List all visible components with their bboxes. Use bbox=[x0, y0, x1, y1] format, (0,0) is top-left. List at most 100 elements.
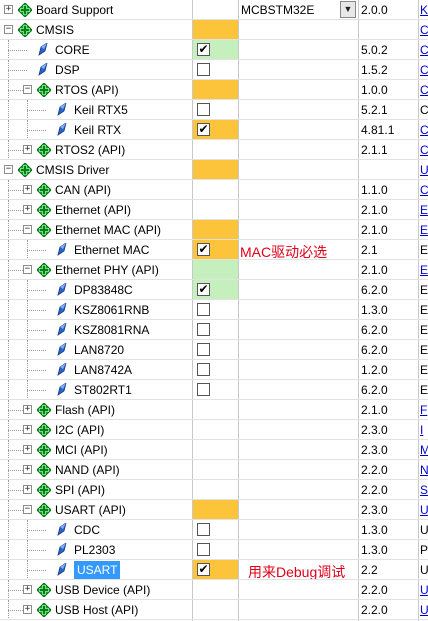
description-link[interactable]: E bbox=[420, 263, 428, 277]
select-checkbox[interactable] bbox=[197, 363, 210, 376]
component-label[interactable]: Keil RTX5 bbox=[74, 103, 128, 117]
collapse-toggle-icon[interactable]: − bbox=[23, 85, 32, 94]
component-label[interactable]: MCI (API) bbox=[55, 443, 108, 457]
tree-row[interactable]: + Board Support MCBSTM32E ▼ 2.0.0 K bbox=[0, 0, 428, 20]
expand-toggle-icon[interactable]: + bbox=[23, 405, 32, 414]
tree-row[interactable]: LAN8720 6.2.0 E bbox=[0, 340, 428, 360]
component-label[interactable]: I2C (API) bbox=[55, 423, 104, 437]
expand-toggle-icon[interactable]: + bbox=[23, 605, 32, 614]
expand-toggle-icon[interactable]: + bbox=[23, 485, 32, 494]
expand-toggle-icon[interactable]: + bbox=[23, 425, 32, 434]
select-checkbox[interactable]: ✔ bbox=[197, 123, 210, 136]
select-checkbox[interactable] bbox=[197, 103, 210, 116]
tree-row[interactable]: KSZ8061RNB 1.3.0 E bbox=[0, 300, 428, 320]
description-link[interactable]: F bbox=[420, 403, 427, 417]
description-link[interactable]: C bbox=[420, 83, 428, 97]
description-link[interactable]: U bbox=[420, 603, 428, 617]
tree-row[interactable]: DP83848C ✔ 6.2.0 E bbox=[0, 280, 428, 300]
description-link[interactable]: N bbox=[420, 463, 428, 477]
tree-row[interactable]: + CAN (API) 1.1.0 C bbox=[0, 180, 428, 200]
tree-row[interactable]: CORE ✔ 5.0.2 C bbox=[0, 40, 428, 60]
expand-toggle-icon[interactable]: + bbox=[23, 445, 32, 454]
component-label[interactable]: USB Host (API) bbox=[55, 603, 138, 617]
select-checkbox[interactable] bbox=[197, 383, 210, 396]
description-link[interactable]: C bbox=[420, 143, 428, 157]
variant-value[interactable]: MCBSTM32E bbox=[241, 3, 314, 17]
collapse-toggle-icon[interactable]: − bbox=[4, 165, 13, 174]
component-label[interactable]: ST802RT1 bbox=[74, 383, 132, 397]
tree-row[interactable]: USART ✔ 用来Debug调试 2.2 U bbox=[0, 560, 428, 580]
tree-row[interactable]: − CMSIS Driver U bbox=[0, 160, 428, 180]
description-link[interactable]: I bbox=[420, 423, 423, 437]
component-label[interactable]: RTOS (API) bbox=[55, 83, 119, 97]
tree-row[interactable]: + I2C (API) 2.3.0 I bbox=[0, 420, 428, 440]
tree-row[interactable]: + Flash (API) 2.1.0 F bbox=[0, 400, 428, 420]
tree-row[interactable]: + RTOS2 (API) 2.1.1 C bbox=[0, 140, 428, 160]
component-label[interactable]: CAN (API) bbox=[55, 183, 111, 197]
tree-row[interactable]: Ethernet MAC ✔ MAC驱动必选 2.1 E bbox=[0, 240, 428, 260]
tree-row[interactable]: + Ethernet (API) 2.1.0 E bbox=[0, 200, 428, 220]
tree-row[interactable]: − USART (API) 2.3.0 U bbox=[0, 500, 428, 520]
expand-toggle-icon[interactable]: + bbox=[23, 585, 32, 594]
variant-dropdown-chevron-down-icon[interactable]: ▼ bbox=[340, 1, 356, 18]
component-label[interactable]: Ethernet PHY (API) bbox=[55, 263, 159, 277]
collapse-toggle-icon[interactable]: − bbox=[23, 505, 32, 514]
description-link[interactable]: E bbox=[420, 223, 428, 237]
component-label[interactable]: CORE bbox=[55, 43, 90, 57]
tree-row[interactable]: LAN8742A 1.2.0 E bbox=[0, 360, 428, 380]
select-checkbox[interactable] bbox=[197, 63, 210, 76]
component-label[interactable]: DP83848C bbox=[74, 283, 133, 297]
component-label[interactable]: Flash (API) bbox=[55, 403, 115, 417]
component-label[interactable]: KSZ8061RNB bbox=[74, 303, 149, 317]
tree-row[interactable]: DSP 1.5.2 C bbox=[0, 60, 428, 80]
tree-row[interactable]: + SPI (API) 2.2.0 S bbox=[0, 480, 428, 500]
tree-row[interactable]: + USB Host (API) 2.2.0 U bbox=[0, 600, 428, 620]
tree-row[interactable]: + NAND (API) 2.2.0 N bbox=[0, 460, 428, 480]
component-label[interactable]: PL2303 bbox=[74, 543, 115, 557]
component-label[interactable]: LAN8742A bbox=[74, 363, 132, 377]
select-checkbox[interactable] bbox=[197, 323, 210, 336]
expand-toggle-icon[interactable]: + bbox=[23, 205, 32, 214]
description-link[interactable]: M bbox=[420, 443, 428, 457]
description-link[interactable]: C bbox=[420, 183, 428, 197]
tree-row[interactable]: KSZ8081RNA 6.2.0 E bbox=[0, 320, 428, 340]
description-link[interactable]: S bbox=[420, 483, 428, 497]
description-link[interactable]: U bbox=[420, 583, 428, 597]
expand-toggle-icon[interactable]: + bbox=[23, 145, 32, 154]
select-checkbox[interactable] bbox=[197, 523, 210, 536]
tree-row[interactable]: + MCI (API) 2.3.0 M bbox=[0, 440, 428, 460]
expand-toggle-icon[interactable]: + bbox=[4, 5, 13, 14]
description-link[interactable]: K bbox=[420, 3, 428, 17]
description-link[interactable]: C bbox=[420, 43, 428, 57]
select-checkbox[interactable] bbox=[197, 543, 210, 556]
description-link[interactable]: U bbox=[420, 163, 428, 177]
tree-row[interactable]: ST802RT1 6.2.0 E bbox=[0, 380, 428, 400]
component-label[interactable]: Board Support bbox=[36, 3, 113, 17]
tree-row[interactable]: CDC 1.3.0 U bbox=[0, 520, 428, 540]
select-checkbox[interactable] bbox=[197, 343, 210, 356]
component-label[interactable]: Keil RTX bbox=[74, 123, 121, 137]
tree-row[interactable]: − RTOS (API) 1.0.0 C bbox=[0, 80, 428, 100]
description-link[interactable]: C bbox=[420, 123, 428, 137]
description-link[interactable]: E bbox=[420, 203, 428, 217]
tree-row[interactable]: Keil RTX ✔ 4.81.1 C bbox=[0, 120, 428, 140]
component-label[interactable]: USART bbox=[74, 561, 121, 579]
collapse-toggle-icon[interactable]: − bbox=[23, 225, 32, 234]
select-checkbox[interactable]: ✔ bbox=[197, 283, 210, 296]
select-checkbox[interactable] bbox=[197, 303, 210, 316]
component-label[interactable]: Ethernet MAC bbox=[74, 243, 149, 257]
collapse-toggle-icon[interactable]: − bbox=[4, 25, 13, 34]
select-checkbox[interactable]: ✔ bbox=[197, 243, 210, 256]
component-label[interactable]: Ethernet MAC (API) bbox=[55, 223, 161, 237]
component-label[interactable]: LAN8720 bbox=[74, 343, 124, 357]
tree-row[interactable]: + USB Device (API) 2.2.0 U bbox=[0, 580, 428, 600]
description-link[interactable]: C bbox=[420, 23, 428, 37]
component-label[interactable]: USART (API) bbox=[55, 503, 126, 517]
component-label[interactable]: DSP bbox=[55, 63, 80, 77]
description-link[interactable]: U bbox=[420, 503, 428, 517]
description-link[interactable]: C bbox=[420, 63, 428, 77]
tree-row[interactable]: PL2303 1.3.0 P bbox=[0, 540, 428, 560]
component-label[interactable]: KSZ8081RNA bbox=[74, 323, 149, 337]
collapse-toggle-icon[interactable]: − bbox=[23, 265, 32, 274]
component-label[interactable]: RTOS2 (API) bbox=[55, 143, 125, 157]
